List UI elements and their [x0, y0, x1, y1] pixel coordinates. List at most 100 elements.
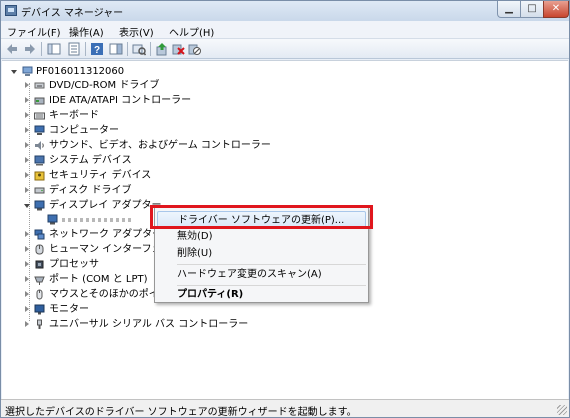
resize-grip-icon[interactable]	[557, 405, 567, 415]
expand-arrow-icon[interactable]	[25, 157, 29, 163]
tree-item-label: ユニバーサル シリアル バス コントローラー	[49, 319, 249, 330]
tree-item-security[interactable]: セキュリティ デバイス	[2, 169, 302, 183]
close-button[interactable]: ✕	[543, 1, 569, 18]
disk-drive-icon	[34, 187, 45, 194]
tree-item-label: ネットワーク アダプター	[49, 229, 163, 240]
monitor-icon	[34, 304, 45, 315]
status-bar: 選択したデバイスのドライバー ソフトウェアの更新ウィザードを起動します。	[1, 399, 569, 418]
console-tree-icon[interactable]	[47, 42, 61, 56]
expand-arrow-icon[interactable]	[25, 187, 29, 193]
toolbar-separator	[85, 42, 86, 56]
expand-arrow-icon[interactable]	[25, 306, 29, 312]
menu-file[interactable]: ファイル(F)	[7, 24, 61, 39]
tree-item-monitor[interactable]: モニター	[2, 303, 152, 317]
expand-arrow-icon[interactable]	[25, 291, 29, 297]
back-arrow-icon[interactable]	[5, 42, 19, 56]
highlight-annotation-box	[150, 205, 373, 229]
device-manager-window: デバイス マネージャー ▁ □ ✕ ファイル(F) 操作(A) 表示(V) ヘル…	[0, 0, 570, 418]
tree-item-label: マウスとそのほかのポイン	[49, 289, 169, 300]
menu-bar: ファイル(F) 操作(A) 表示(V) ヘルプ(H)	[1, 21, 569, 39]
expand-arrow-icon[interactable]	[25, 231, 29, 237]
context-uninstall[interactable]: 削除(U)	[155, 245, 368, 262]
expand-arrow-icon[interactable]	[25, 172, 29, 178]
menu-help[interactable]: ヘルプ(H)	[169, 24, 214, 39]
expand-arrow-icon[interactable]	[25, 276, 29, 282]
tree-item-label: ディスプレイ アダプター	[49, 200, 162, 211]
menu-action[interactable]: 操作(A)	[69, 24, 104, 39]
display-adapter-icon	[47, 214, 58, 225]
processor-icon	[35, 260, 44, 269]
toolbar-separator	[41, 42, 42, 56]
toolbar: ?	[1, 39, 569, 59]
tree-item-label: ポート (COM と LPT)	[49, 274, 148, 285]
tree-item-dvd[interactable]: DVD/CD-ROM ドライブ	[2, 79, 302, 93]
security-device-icon	[34, 171, 45, 181]
toolbar-separator	[127, 42, 128, 56]
tree-item-sound[interactable]: サウンド、ビデオ、およびゲーム コントローラー	[2, 139, 302, 153]
port-icon	[34, 276, 45, 285]
blurred-device-name	[62, 218, 132, 222]
tree-item-disk[interactable]: ディスク ドライブ	[2, 184, 302, 198]
hid-icon	[35, 244, 44, 255]
svg-text:?: ?	[94, 45, 100, 56]
help-icon[interactable]: ?	[90, 42, 104, 56]
tree-item-ports[interactable]: ポート (COM と LPT)	[2, 273, 152, 287]
maximize-button[interactable]: □	[520, 1, 544, 18]
status-text: 選択したデバイスのドライバー ソフトウェアの更新ウィザードを起動します。	[5, 407, 357, 418]
expand-arrow-icon[interactable]	[25, 82, 29, 88]
collapse-arrow-icon[interactable]	[11, 70, 17, 74]
tree-item-label: セキュリティ デバイス	[49, 170, 152, 181]
dvd-drive-icon	[34, 82, 45, 89]
tree-item-display-child[interactable]	[2, 213, 152, 227]
speaker-icon	[35, 141, 44, 150]
expand-arrow-icon[interactable]	[25, 112, 29, 118]
network-adapter-icon	[34, 229, 45, 240]
tree-item-label: ディスク ドライブ	[49, 185, 132, 196]
tree-item-processor[interactable]: プロセッサ	[2, 258, 152, 272]
minimize-button[interactable]: ▁	[497, 1, 521, 18]
expand-arrow-icon[interactable]	[25, 246, 29, 252]
collapse-arrow-icon[interactable]	[24, 204, 30, 208]
context-scan-hardware[interactable]: ハードウェア変更のスキャン(A)	[155, 266, 368, 283]
tree-item-computer[interactable]: コンピューター	[2, 124, 302, 138]
forward-arrow-icon[interactable]	[23, 42, 37, 56]
tree-item-mouse[interactable]: マウスとそのほかのポイン	[2, 288, 169, 302]
tree-item-label: DVD/CD-ROM ドライブ	[49, 80, 160, 91]
tree-item-network[interactable]: ネットワーク アダプター	[2, 228, 162, 242]
tree-item-label: IDE ATA/ATAPI コントローラー	[49, 95, 192, 106]
mouse-icon	[36, 289, 43, 300]
tree-item-label: キーボード	[49, 110, 99, 121]
disable-icon[interactable]	[187, 42, 201, 56]
context-properties[interactable]: プロパティ(R)	[155, 286, 368, 303]
window-title: デバイス マネージャー	[21, 8, 124, 19]
tree-root[interactable]: PF016011312060	[2, 65, 202, 79]
tree-item-label: コンピューター	[49, 125, 119, 136]
keyboard-icon	[34, 112, 45, 120]
tree-item-hid[interactable]: ヒューマン インターフェイ	[2, 243, 172, 257]
tree-item-label: プロセッサ	[49, 259, 99, 270]
properties-icon[interactable]	[67, 42, 81, 56]
expand-arrow-icon[interactable]	[25, 97, 29, 103]
title-bar: デバイス マネージャー ▁ □ ✕	[1, 1, 569, 21]
tree-item-usb[interactable]: ユニバーサル シリアル バス コントローラー	[2, 318, 302, 332]
toolbar-separator	[150, 42, 151, 56]
tree-item-label: モニター	[49, 304, 89, 315]
device-manager-icon	[5, 5, 17, 16]
tree-item-ide[interactable]: IDE ATA/ATAPI コントローラー	[2, 94, 302, 108]
computer-root-icon	[22, 66, 33, 76]
update-driver-icon[interactable]	[155, 42, 169, 56]
context-disable[interactable]: 無効(D)	[155, 228, 368, 245]
show-panel-icon[interactable]	[109, 42, 123, 56]
expand-arrow-icon[interactable]	[25, 142, 29, 148]
computer-icon	[34, 125, 45, 135]
uninstall-icon[interactable]	[171, 42, 185, 56]
expand-arrow-icon[interactable]	[25, 321, 29, 327]
expand-arrow-icon[interactable]	[25, 261, 29, 267]
scan-hardware-icon[interactable]	[132, 42, 146, 56]
menu-separator	[177, 264, 366, 265]
expand-arrow-icon[interactable]	[25, 127, 29, 133]
tree-item-system[interactable]: システム デバイス	[2, 154, 302, 168]
display-adapter-icon	[34, 200, 45, 211]
menu-view[interactable]: 表示(V)	[119, 24, 154, 39]
tree-item-keyboard[interactable]: キーボード	[2, 109, 302, 123]
